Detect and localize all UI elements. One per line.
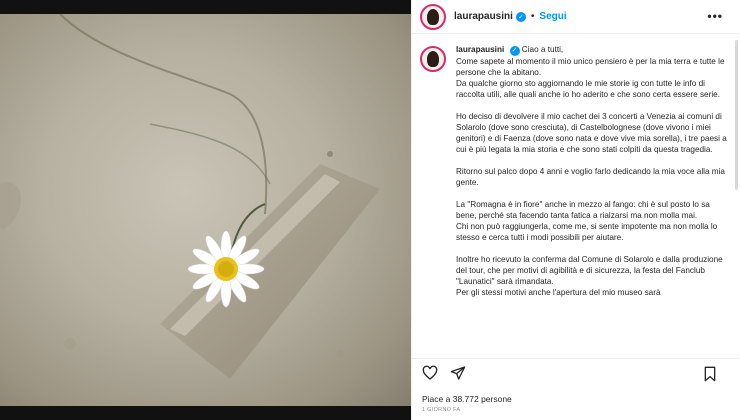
post-side-panel: laurapausini ✓ • Segui ••• laurapausini … xyxy=(411,0,740,420)
bookmark-icon[interactable] xyxy=(703,366,717,382)
heart-icon[interactable] xyxy=(422,365,438,381)
caption-paragraph-5: Inoltre ho ricevuto la conferma dal Comu… xyxy=(456,254,723,297)
verified-icon: ✓ xyxy=(515,11,526,22)
username-link[interactable]: laurapausini xyxy=(454,11,513,22)
action-bar xyxy=(412,358,740,386)
post-header: laurapausini ✓ • Segui ••• xyxy=(412,0,740,34)
send-icon[interactable] xyxy=(450,365,466,381)
caption-username[interactable]: laurapausini xyxy=(456,45,504,54)
bottom-backdrop xyxy=(0,406,411,420)
caption-avatar[interactable] xyxy=(420,46,446,72)
likes-count[interactable]: Piace a 38.772 persone xyxy=(422,394,512,404)
caption-verified-icon: ✓ xyxy=(509,45,520,56)
top-backdrop xyxy=(0,0,411,14)
caption-text: laurapausini ✓ Ciao a tutti, Come sapete… xyxy=(456,44,732,358)
caption-paragraph-3: Ritorno sul palco dopo 4 anni e voglio f… xyxy=(456,166,725,187)
daisy-in-mud-photo xyxy=(0,14,380,379)
avatar[interactable] xyxy=(420,3,446,30)
caption-paragraph: laurapausini ✓ Ciao a tutti, Come sapete… xyxy=(456,44,732,100)
caption-area: laurapausini ✓ Ciao a tutti, Come sapete… xyxy=(412,36,740,358)
caption-paragraph-2: Ho deciso di devolvere il mio cachet dei… xyxy=(456,111,727,154)
separator-dot: • xyxy=(530,11,535,22)
follow-button[interactable]: Segui xyxy=(539,11,566,22)
caption-paragraph-4: La "Romagna è in fiore" anche in mezzo a… xyxy=(456,199,718,242)
post-date: 1 GIORNO FA xyxy=(422,407,461,413)
more-options-icon[interactable]: ••• xyxy=(707,9,723,23)
post-image[interactable] xyxy=(0,14,411,406)
